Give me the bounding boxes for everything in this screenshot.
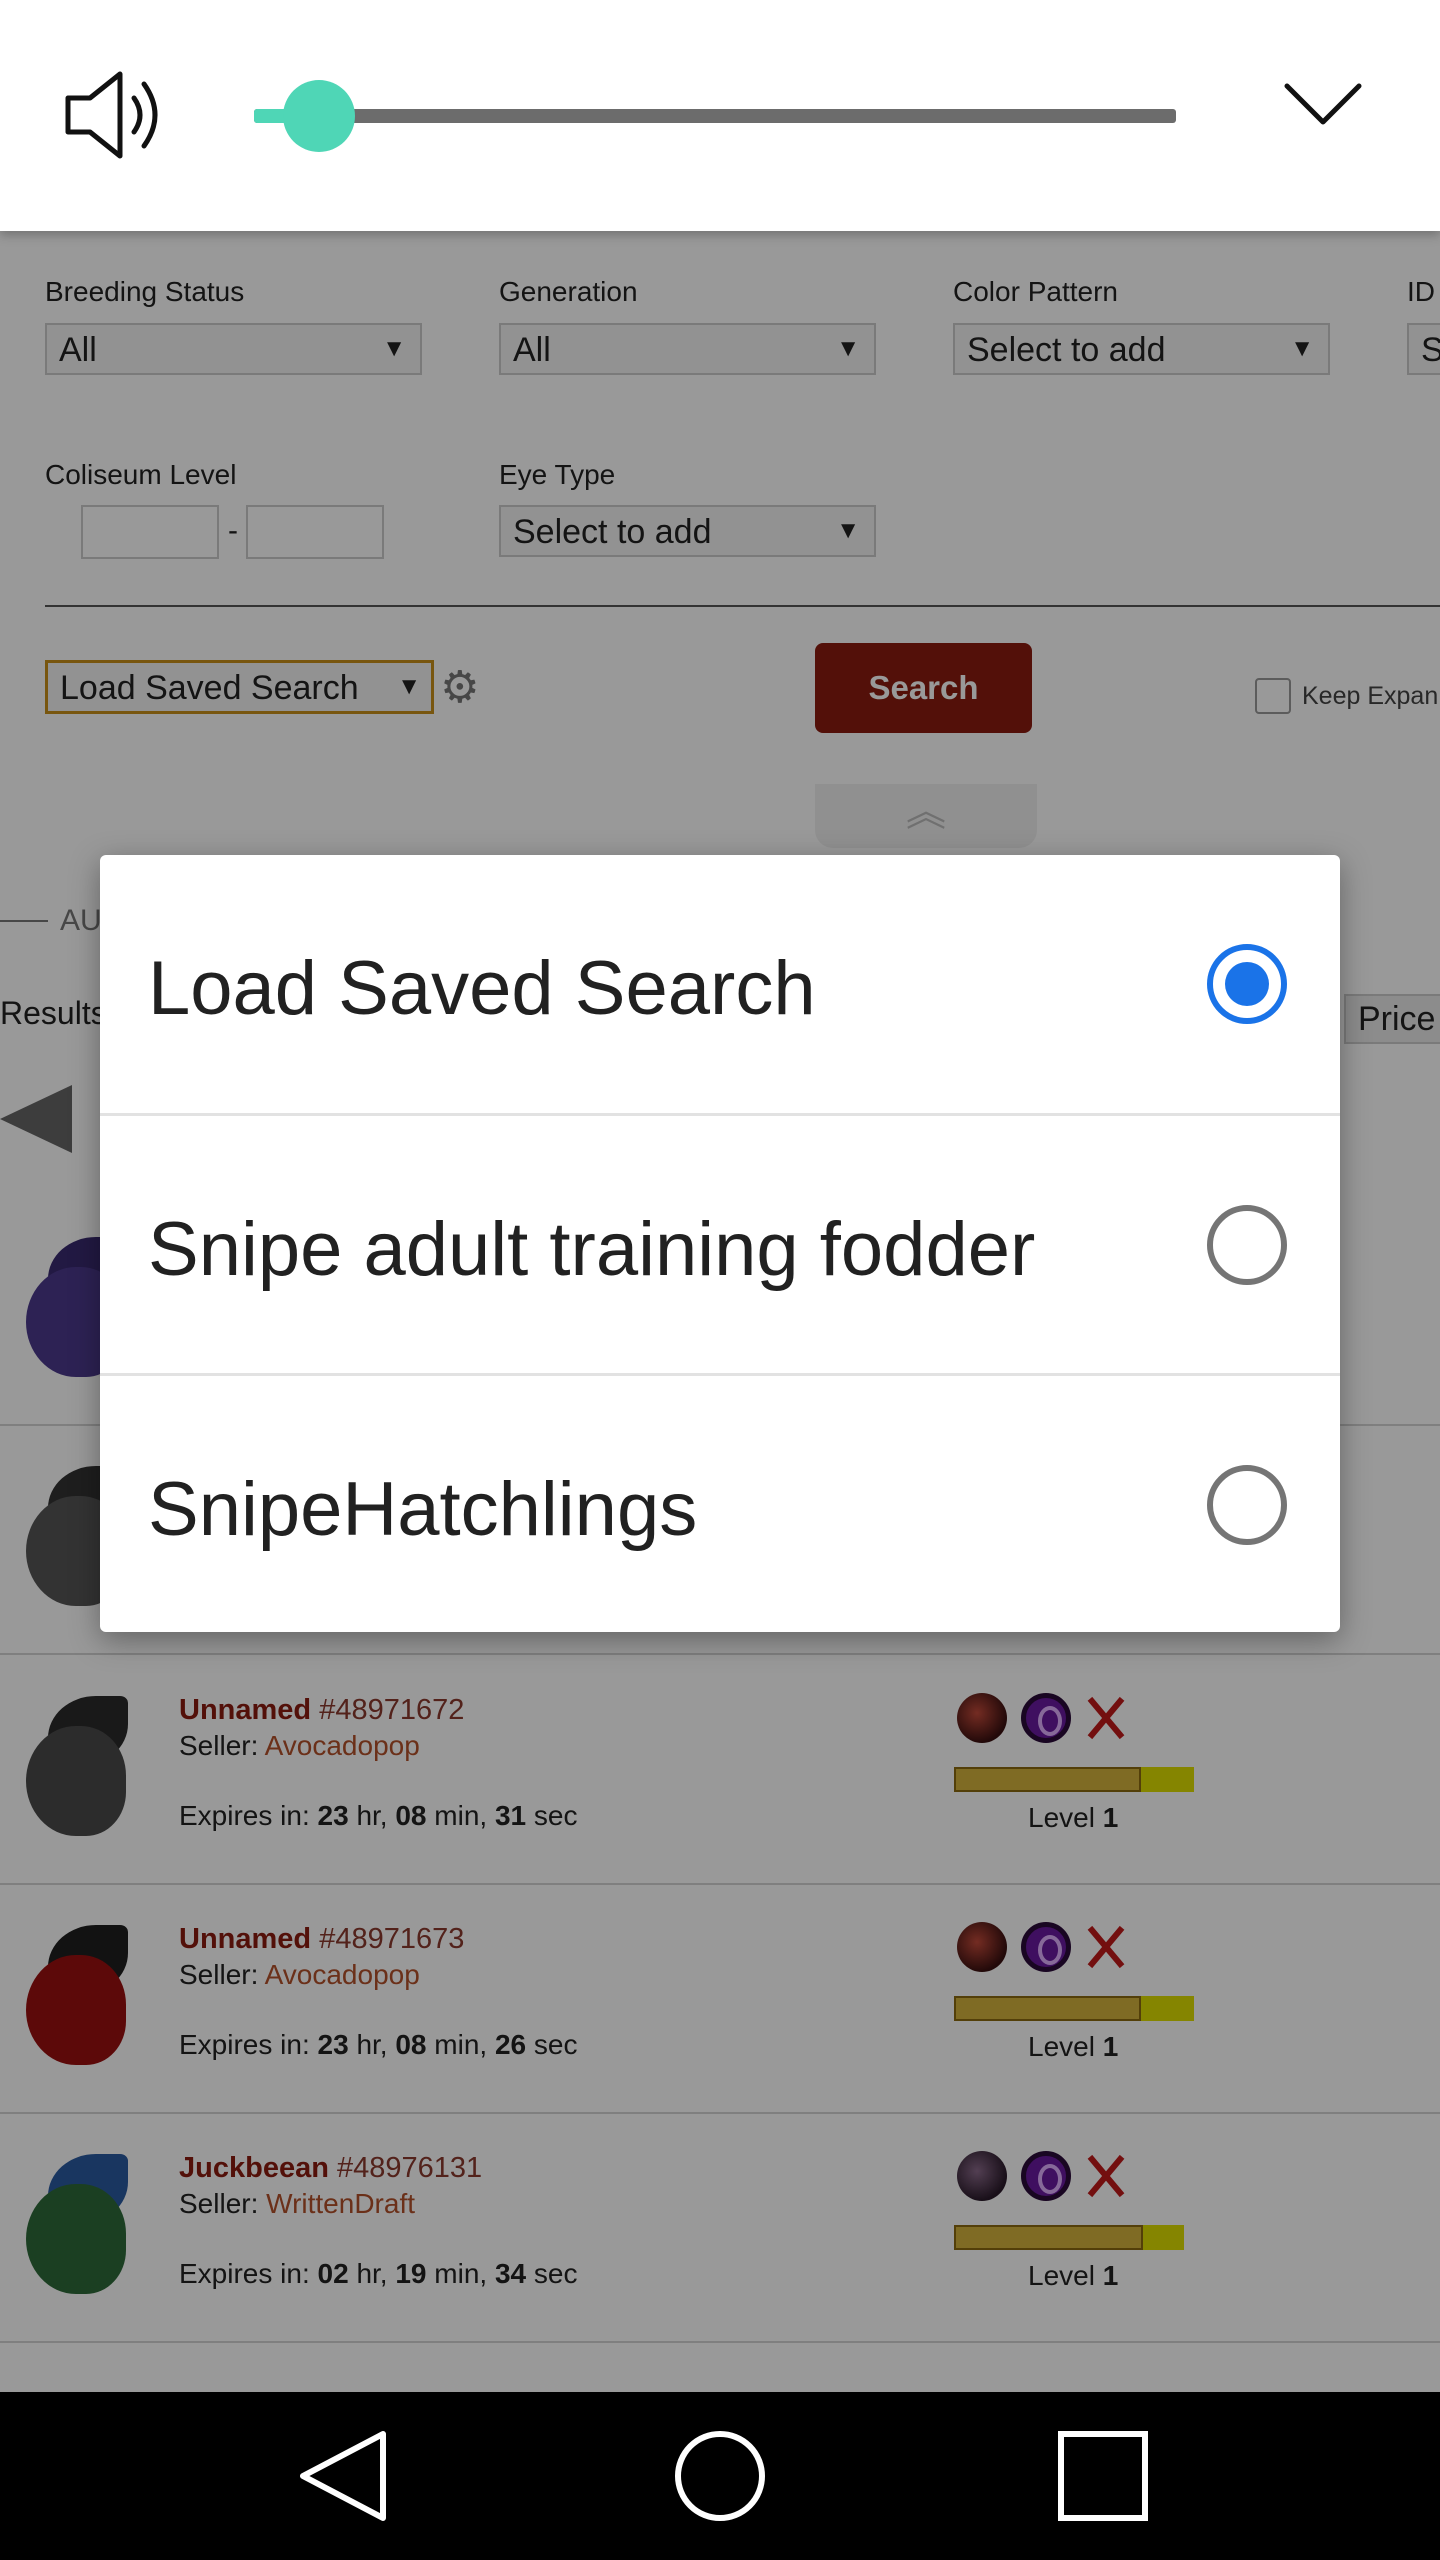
- system-navigation-bar: [0, 2392, 1440, 2560]
- option-label: Load Saved Search: [148, 946, 816, 1031]
- back-triangle-icon[interactable]: [287, 2426, 397, 2526]
- option-label: Snipe adult training fodder: [148, 1207, 1036, 1292]
- chevron-down-icon[interactable]: [1283, 80, 1363, 130]
- dialog-option-snipe-adult-training-fodder[interactable]: Snipe adult training fodder: [100, 1113, 1340, 1373]
- dialog-option-load-saved-search[interactable]: Load Saved Search: [100, 855, 1340, 1113]
- radio-button[interactable]: [1207, 1465, 1287, 1545]
- volume-panel: [0, 0, 1440, 231]
- radio-button[interactable]: [1207, 1205, 1287, 1285]
- volume-slider-track[interactable]: [254, 109, 1176, 123]
- volume-slider-thumb[interactable]: [282, 80, 355, 152]
- speaker-icon[interactable]: [64, 70, 174, 160]
- home-circle-icon[interactable]: [665, 2426, 775, 2526]
- saved-search-dialog: Load Saved Search Snipe adult training f…: [100, 855, 1340, 1632]
- option-label: SnipeHatchlings: [148, 1467, 698, 1552]
- recents-square-icon[interactable]: [1046, 2426, 1156, 2526]
- dialog-option-snipe-hatchlings[interactable]: SnipeHatchlings: [100, 1373, 1340, 1632]
- radio-button[interactable]: [1207, 944, 1287, 1024]
